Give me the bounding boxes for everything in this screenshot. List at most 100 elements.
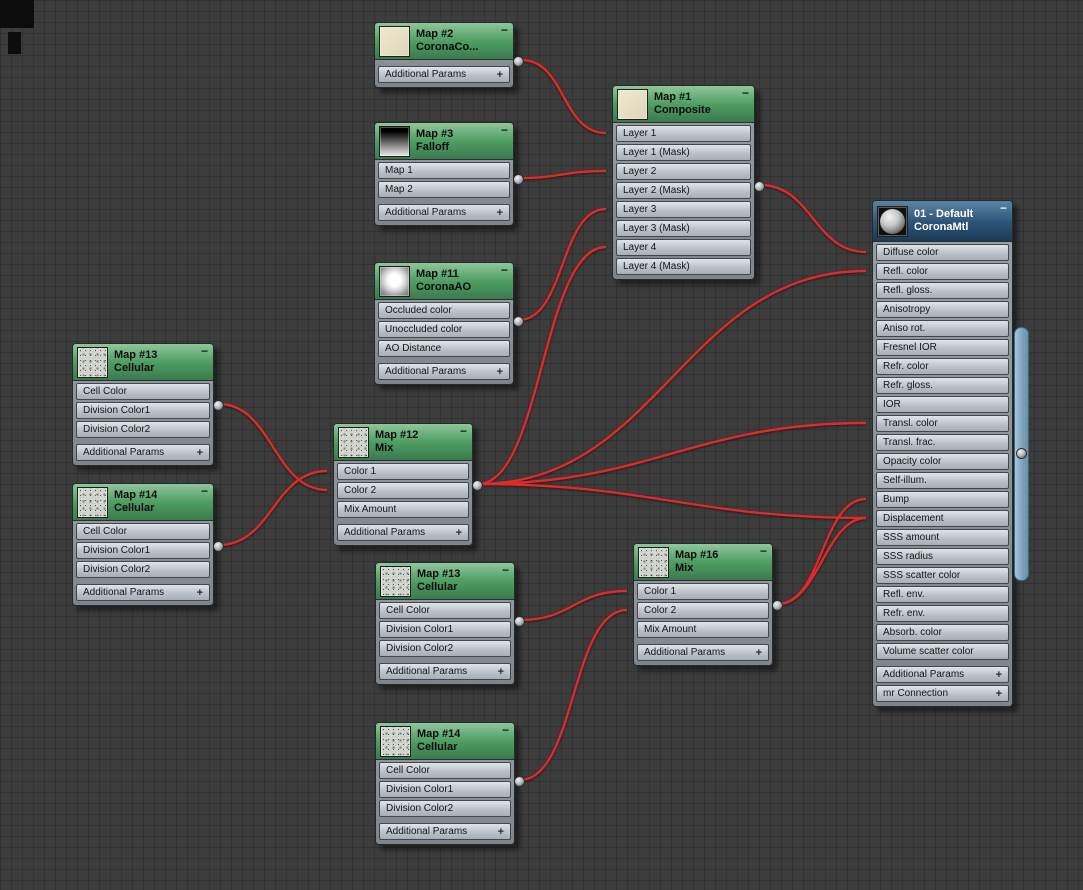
input-socket[interactable] [876,494,877,505]
input-socket[interactable] [876,570,877,581]
slot-mix-amount[interactable]: Mix Amount [637,621,769,638]
wire-map13a-to-color2[interactable] [218,402,328,492]
node-map12-mix[interactable]: Map #12 Mix − Color 1 Color 2 Mix Amount… [333,423,483,546]
slot-transl-color[interactable]: Transl. color [876,415,1009,432]
slot-layer-4[interactable]: Layer 4 [616,239,751,256]
wire-map11-to-layer3[interactable] [518,207,607,322]
input-socket[interactable] [876,285,877,296]
input-socket[interactable] [637,624,638,635]
input-socket[interactable] [876,247,877,258]
slot-refl-gloss[interactable]: Refl. gloss. [876,282,1009,299]
expand-icon[interactable]: + [996,688,1002,700]
slot-layer-1[interactable]: Layer 1 [616,125,751,142]
input-socket[interactable] [76,545,77,556]
slot-transl-frac[interactable]: Transl. frac. [876,434,1009,451]
node-map1-composite[interactable]: Map #1 Composite − Layer 1 Layer 1 (Mask… [612,85,765,280]
slot-layer-1-mask[interactable]: Layer 1 (Mask) [616,144,751,161]
input-socket[interactable] [379,643,380,654]
slot-cell-color[interactable]: Cell Color [379,602,511,619]
slot-additional-params[interactable]: Additional Params + [378,363,510,380]
node-map13-cellular-b[interactable]: Map #13 Cellular − Cell Color Division C… [375,562,525,685]
slot-color-1[interactable]: Color 1 [337,463,469,480]
slot-division-color1[interactable]: Division Color1 [76,542,210,559]
node-header[interactable]: Map #1 Composite − [613,86,754,123]
node-header[interactable]: 01 - Default CoronaMtl − [873,201,1012,242]
input-socket[interactable] [876,304,877,315]
expand-icon[interactable]: + [756,647,762,659]
node-header[interactable]: Map #13 Cellular − [376,563,514,600]
slot-occluded-color[interactable]: Occluded color [378,302,510,319]
input-socket[interactable] [876,380,877,391]
input-socket[interactable] [378,165,379,176]
input-socket[interactable] [876,418,877,429]
slot-additional-params[interactable]: Additional Params + [379,663,511,680]
input-socket[interactable] [876,399,877,410]
slot-sss-scatter-color[interactable]: SSS scatter color [876,567,1009,584]
node-map14-cellular-a[interactable]: Map #14 Cellular − Cell Color Division C… [72,483,224,606]
input-socket[interactable] [876,589,877,600]
input-socket[interactable] [616,223,617,234]
slot-refl-env[interactable]: Refl. env. [876,586,1009,603]
input-socket[interactable] [876,361,877,372]
input-socket[interactable] [379,784,380,795]
node-map13-cellular-a[interactable]: Map #13 Cellular − Cell Color Division C… [72,343,224,466]
collapse-icon[interactable]: − [201,344,208,358]
slot-division-color2[interactable]: Division Color2 [76,561,210,578]
node-map14-cellular-b[interactable]: Map #14 Cellular − Cell Color Division C… [375,722,525,845]
slot-refr-gloss[interactable]: Refr. gloss. [876,377,1009,394]
output-socket[interactable] [514,616,525,627]
slot-map-1[interactable]: Map 1 [378,162,510,179]
input-socket[interactable] [876,266,877,277]
output-socket[interactable] [513,174,524,185]
collapse-icon[interactable]: − [460,424,467,438]
slot-division-color1[interactable]: Division Color1 [76,402,210,419]
collapse-icon[interactable]: − [501,263,508,277]
input-socket[interactable] [616,242,617,253]
node-coronamtl-material[interactable]: 01 - Default CoronaMtl − Diffuse color R… [872,200,1013,707]
input-socket[interactable] [379,803,380,814]
input-socket[interactable] [637,605,638,616]
expand-icon[interactable]: + [497,69,503,81]
slot-additional-params[interactable]: Additional Params + [876,666,1009,683]
input-socket[interactable] [876,342,877,353]
output-socket[interactable] [772,600,783,611]
node-map2-coronacolor[interactable]: Map #2 CoronaCo... − Additional Params + [374,22,524,88]
slot-color-2[interactable]: Color 2 [637,602,769,619]
input-socket[interactable] [378,305,379,316]
expand-icon[interactable]: + [197,447,203,459]
input-socket[interactable] [876,646,877,657]
input-socket[interactable] [876,437,877,448]
slot-mr-connection[interactable]: mr Connection + [876,685,1009,702]
slot-ao-distance[interactable]: AO Distance [378,340,510,357]
expand-icon[interactable]: + [497,366,503,378]
node-header[interactable]: Map #14 Cellular − [376,723,514,760]
slot-color-2[interactable]: Color 2 [337,482,469,499]
slot-fresnel-ior[interactable]: Fresnel IOR [876,339,1009,356]
output-socket[interactable] [514,776,525,787]
node-header[interactable]: Map #16 Mix − [634,544,772,581]
input-socket[interactable] [616,166,617,177]
wire-map2-to-layer1[interactable] [520,58,607,135]
output-socket[interactable] [1016,448,1027,459]
slot-cell-color[interactable]: Cell Color [76,523,210,540]
input-socket[interactable] [876,456,877,467]
slot-additional-params[interactable]: Additional Params + [379,823,511,840]
input-socket[interactable] [876,513,877,524]
input-socket[interactable] [76,405,77,416]
input-socket[interactable] [76,424,77,435]
slot-mix-amount[interactable]: Mix Amount [337,501,469,518]
node-header[interactable]: Map #11 CoronaAO − [375,263,513,300]
input-socket[interactable] [337,466,338,477]
slot-cell-color[interactable]: Cell Color [379,762,511,779]
input-socket[interactable] [876,551,877,562]
slot-additional-params[interactable]: Additional Params + [337,524,469,541]
input-socket[interactable] [378,343,379,354]
input-socket[interactable] [616,261,617,272]
expand-icon[interactable]: + [456,527,462,539]
collapse-icon[interactable]: − [501,123,508,137]
wire-map12-to-refl-color[interactable] [477,269,867,486]
collapse-icon[interactable]: − [742,86,749,100]
expand-icon[interactable]: + [996,669,1002,681]
node-header[interactable]: Map #12 Mix − [334,424,472,461]
slot-aniso-rot[interactable]: Aniso rot. [876,320,1009,337]
